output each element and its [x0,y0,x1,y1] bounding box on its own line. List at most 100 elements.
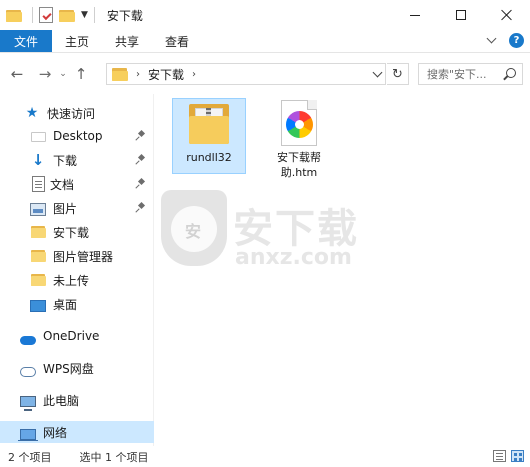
navigation-pane: ★ 快速访问 Desktop ↓ 下载 文档 图片 安下载 图片管理器 未上传 … [0,94,154,446]
folder-icon [30,248,46,264]
watermark-url: anxz.com [235,245,352,270]
desktop-icon [30,300,46,312]
sidebar-item-label: Desktop [53,129,103,143]
search-icon[interactable] [506,68,516,78]
sidebar-item-picture-manager[interactable]: 图片管理器 [0,245,154,267]
sidebar-item-label: 桌面 [53,297,78,312]
sidebar-item-wps-drive[interactable]: WPS网盘 [0,357,154,379]
chevron-down-icon: ⌄ [59,69,67,79]
view-switcher [493,450,524,462]
tab-share[interactable]: 共享 [102,30,152,52]
breadcrumb-item[interactable]: 安下载 [148,66,184,83]
sidebar-item-network[interactable]: 网络 [0,421,154,443]
file-item-help-htm[interactable]: 安下载帮 助.htm [262,98,336,188]
network-icon [18,428,38,441]
file-name: 安下载帮 助.htm [277,151,321,179]
sidebar-item-anxz-folder[interactable]: 安下载 [0,221,154,243]
divider [93,7,95,23]
address-bar[interactable]: › 安下载 › [106,63,386,85]
minimize-button[interactable] [392,0,438,30]
sidebar-item-desktop[interactable]: 桌面 [0,293,154,315]
tab-view[interactable]: 查看 [152,30,202,52]
selection-count: 选中 1 个项目 [79,450,149,464]
star-icon: ★ [25,105,39,121]
close-button[interactable] [484,0,530,30]
quick-access-toolbar: ▼ [0,0,101,30]
refresh-button[interactable]: ↻ [387,63,409,85]
pictures-icon [30,202,46,216]
sidebar-item-label: 图片管理器 [53,249,114,264]
window-controls [392,0,530,30]
sidebar-item-downloads[interactable]: ↓ 下载 [0,149,154,171]
window-title: 安下载 [106,8,143,23]
computer-icon [20,395,36,411]
pin-icon[interactable] [135,201,146,213]
sidebar-item-label: 安下载 [53,225,90,240]
sidebar-item-label: 此电脑 [43,393,80,408]
navigation-bar: ← → ⌄ ↑ › 安下载 › ↻ [0,54,530,94]
search-input[interactable] [427,67,499,81]
file-list-pane[interactable]: 安 安下载 anxz.com rundll32 安下载帮 助.htm [155,94,530,446]
folder-icon [30,224,46,240]
status-bar: 2 个项目 选中 1 个项目 [0,446,530,467]
sidebar-item-label: 下载 [53,153,78,168]
pin-icon[interactable] [135,153,146,165]
file-item-rundll32[interactable]: rundll32 [172,98,246,174]
back-button[interactable]: ← [6,63,28,85]
item-count: 2 个项目 [8,450,52,464]
sidebar-item-quick-access[interactable]: ★ 快速访问 [0,102,154,124]
sidebar-item-label: 未上传 [53,273,90,288]
up-arrow-icon: ↑ [74,65,88,83]
help-icon[interactable]: ? [509,33,524,48]
sidebar-item-label: 文档 [50,177,75,192]
refresh-icon: ↻ [392,66,403,82]
sidebar-item-documents[interactable]: 文档 [0,173,154,195]
sidebar-item-label: 图片 [53,201,78,216]
maximize-button[interactable] [438,0,484,30]
folder-icon[interactable] [6,8,22,22]
sidebar-item-this-pc[interactable]: 此电脑 [0,389,154,411]
breadcrumb-chevron-icon[interactable]: › [192,69,196,80]
address-dropdown-icon[interactable] [372,67,383,78]
back-arrow-icon: ← [10,65,24,83]
folder-icon [112,67,128,81]
shield-logo-icon: 安 [161,190,227,266]
sidebar-item-pictures[interactable]: 图片 [0,197,154,219]
close-icon [501,9,513,21]
minimize-icon [410,14,420,16]
watermark-text: 安下载 [233,206,359,252]
sidebar-item-not-uploaded[interactable]: 未上传 [0,269,154,291]
details-view-icon[interactable] [493,450,506,462]
customize-toolbar-chevron-icon[interactable]: ▼ [81,10,88,20]
expand-ribbon-chevron-icon[interactable] [486,33,497,44]
document-icon [32,176,45,192]
sidebar-item-label: 快速访问 [47,106,96,121]
properties-icon[interactable] [39,7,53,23]
onedrive-cloud-icon [20,335,36,345]
new-folder-icon[interactable] [59,8,75,22]
forward-button[interactable]: → [34,63,56,85]
download-icon: ↓ [31,151,45,169]
pin-icon[interactable] [135,129,146,141]
sidebar-item-label: OneDrive [43,329,100,343]
maximize-icon [456,10,466,20]
sidebar-item-label: WPS网盘 [43,361,94,376]
search-box[interactable] [418,63,523,85]
pin-icon[interactable] [135,177,146,189]
sidebar-item-desktop-folder[interactable]: Desktop [0,125,154,147]
recent-locations-button[interactable]: ⌄ [56,69,70,79]
htm-file-icon [281,100,317,146]
title-bar: ▼ 安下载 [0,0,530,30]
forward-arrow-icon: → [38,65,52,83]
breadcrumb-chevron-icon[interactable]: › [136,69,140,80]
sidebar-item-onedrive[interactable]: OneDrive [0,325,154,347]
divider [32,7,33,23]
up-button[interactable]: ↑ [70,63,92,85]
ribbon-controls: ? [486,33,524,48]
wps-cloud-icon [20,367,36,377]
tab-file[interactable]: 文件 [0,30,53,52]
tab-home[interactable]: 主页 [52,30,102,52]
large-icons-view-icon[interactable] [511,450,524,462]
file-name: rundll32 [186,151,232,164]
folder-icon [30,128,46,144]
